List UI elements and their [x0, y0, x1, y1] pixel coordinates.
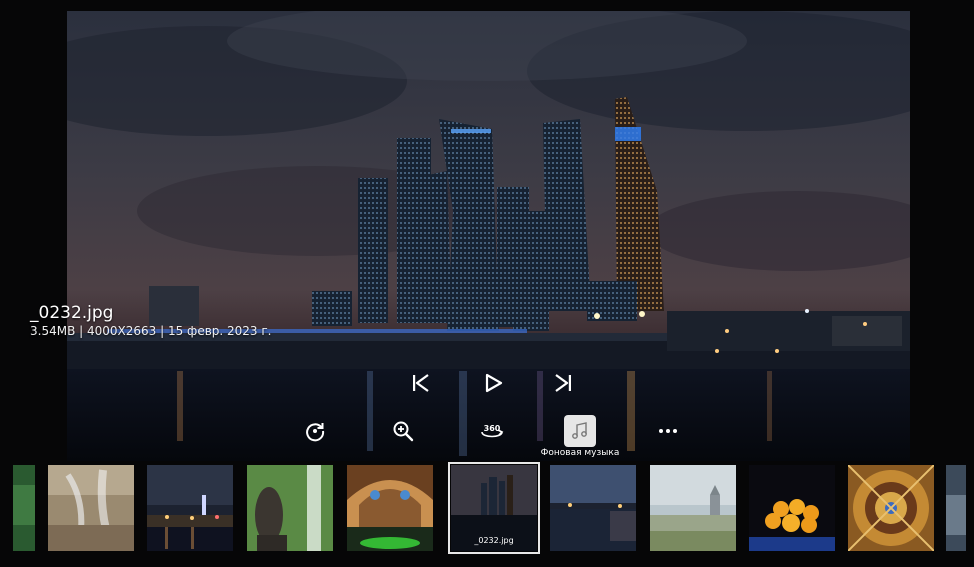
thumbnail-strip: _0232.jpg: [0, 462, 974, 554]
skip-next-icon: [555, 374, 571, 392]
thumbnail-foggy-church[interactable]: [650, 465, 736, 551]
thumbnail-image: [147, 465, 233, 551]
tool-bar: 360 Фоновая музыка: [0, 413, 974, 461]
360-view-button[interactable]: 360: [476, 415, 508, 447]
previous-button[interactable]: [407, 369, 435, 397]
file-meta: 3.54MB | 4000X2663 | 15 февр. 2023 г.: [30, 324, 272, 338]
thumbnail-image: [550, 465, 636, 551]
more-icon: [659, 429, 677, 433]
thumbnail-image: [247, 465, 333, 551]
photo-viewer: _0232.jpg 3.54MB | 4000X2663 | 15 февр. …: [0, 0, 974, 567]
thumbnail-caption: _0232.jpg: [474, 536, 514, 545]
playback-controls: [407, 369, 577, 397]
background-music-button[interactable]: [564, 415, 596, 447]
zoom-in-button[interactable]: [387, 415, 419, 447]
file-resolution: 4000X2663: [86, 324, 157, 338]
thumbnail-image: [946, 465, 966, 551]
thumbnail-arch-mosaic[interactable]: [347, 465, 433, 551]
thumbnail-oranges[interactable]: [749, 465, 835, 551]
background-music-label: Фоновая музыка: [540, 448, 620, 458]
skip-previous-icon: [413, 374, 429, 392]
more-button[interactable]: [652, 415, 684, 447]
thumbnail-partial-left[interactable]: [13, 465, 35, 551]
thumbnail-image: [347, 465, 433, 551]
file-info: _0232.jpg 3.54MB | 4000X2663 | 15 февр. …: [30, 303, 272, 339]
file-size: 3.54MB: [30, 324, 76, 338]
360-view-icon: 360: [481, 424, 504, 438]
thumbnail-image: [848, 465, 934, 551]
thumbnail-river-dusk[interactable]: [550, 465, 636, 551]
thumbnail-fountain[interactable]: [48, 465, 134, 551]
music-note-icon: [572, 422, 587, 439]
thumbnail-statue-park[interactable]: [247, 465, 333, 551]
rotate-button[interactable]: [299, 415, 331, 447]
thumbnail-partial-right[interactable]: [946, 465, 966, 551]
play-icon: [485, 373, 503, 393]
play-button[interactable]: [479, 369, 507, 397]
thumbnail-moscow-city-night[interactable]: _0232.jpg: [448, 462, 540, 554]
next-button[interactable]: [549, 369, 577, 397]
thumbnail-night-city[interactable]: [147, 465, 233, 551]
thumbnail-ornate-dome[interactable]: [848, 465, 934, 551]
file-name: _0232.jpg: [30, 303, 114, 323]
thumbnail-image: [749, 465, 835, 551]
thumbnail-image: [13, 465, 35, 551]
rotate-icon: [306, 423, 325, 442]
file-date: 15 февр. 2023 г.: [167, 324, 272, 338]
thumbnail-image: [650, 465, 736, 551]
360-view-text: 360: [484, 424, 501, 433]
zoom-in-icon: [393, 421, 414, 442]
thumbnail-image: [48, 465, 134, 551]
